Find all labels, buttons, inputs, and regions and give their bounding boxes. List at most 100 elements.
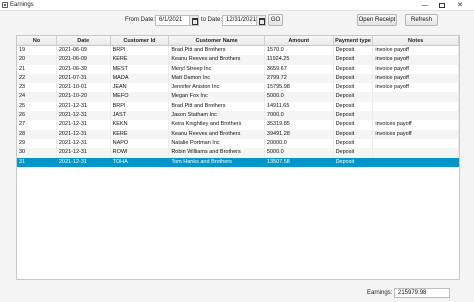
minimize-icon[interactable]: — xyxy=(418,0,432,11)
col-customer-id-cell: TOHA xyxy=(111,157,170,167)
col-customer-name-cell: Natalie Portman Inc xyxy=(169,138,265,149)
table-row[interactable]: 28 2021-12-31 KERE Keanu Reeves and Brother… xyxy=(17,129,459,139)
col-payment-type-header[interactable]: Payment type xyxy=(334,36,374,46)
col-customer-name-cell: Matt Damon Inc xyxy=(169,73,265,84)
col-payment-type-cell: Deposit xyxy=(334,64,374,74)
col-no-cell: 31 xyxy=(17,157,57,167)
col-amount-cell: 35319.85 xyxy=(265,120,334,130)
col-customer-id-cell: NAPO xyxy=(111,138,170,149)
col-notes-cell: invoices payoff xyxy=(373,129,459,139)
col-amount-cell: 7000.0 xyxy=(265,111,334,121)
col-notes-cell xyxy=(373,148,459,158)
table-row[interactable]: 30 2021-12-31 ROWI Robin Williams and Broth… xyxy=(17,148,459,158)
col-customer-name-header[interactable]: Customer Name xyxy=(169,36,265,46)
col-customer-name-cell: Keira Knightley and Brothers xyxy=(169,120,265,130)
table-row[interactable]: 29 2021-12-31 NAPO Natalie Portman Inc 20000… xyxy=(17,138,459,149)
to-date-input[interactable]: 12/31/2021 xyxy=(222,15,257,26)
col-amount-cell: 1570.0 xyxy=(265,46,334,56)
col-date-cell: 2021-07-31 xyxy=(57,73,111,84)
app-icon xyxy=(2,2,8,8)
title-bar: Earnings — ✕ xyxy=(0,0,474,11)
col-customer-id-cell: JAST xyxy=(111,111,170,121)
col-amount-cell: 14911.65 xyxy=(265,101,334,112)
table-header: No Date Customer Id Customer Name Amount Paym… xyxy=(17,36,459,46)
close-icon[interactable]: ✕ xyxy=(453,0,467,11)
col-amount-cell: 20000.0 xyxy=(265,138,334,149)
earnings-table[interactable]: No Date Customer Id Customer Name Amount Paym… xyxy=(16,35,460,280)
from-calendar-icon[interactable] xyxy=(189,15,199,26)
col-date-cell: 2021-06-30 xyxy=(57,64,111,74)
table-row[interactable]: 22 2021-07-31 MADA Matt Damon Inc 2799.72 Dep… xyxy=(17,73,459,84)
earnings-total-field[interactable]: 215979.98 xyxy=(394,288,450,298)
col-amount-header[interactable]: Amount xyxy=(265,36,334,46)
to-date-label: to Date: xyxy=(201,17,223,23)
col-amount-cell: 3659.67 xyxy=(265,64,334,74)
col-customer-id-cell: MEST xyxy=(111,64,170,74)
table-body[interactable]: 19 2021-06-09 BRPI Brad Pitt and Brothers 15… xyxy=(17,46,459,167)
col-notes-cell xyxy=(373,138,459,149)
col-payment-type-cell: Deposit xyxy=(334,55,374,65)
col-date-cell: 2021-12-31 xyxy=(57,138,111,149)
col-customer-name-cell: Tom Hanks and Brothers xyxy=(169,157,265,167)
col-no-cell: 29 xyxy=(17,138,57,149)
col-notes-cell: invoice payoff xyxy=(373,64,459,74)
col-payment-type-cell: Deposit xyxy=(334,138,374,149)
col-date-cell: 2021-12-31 xyxy=(57,111,111,121)
table-row[interactable]: 20 2021-06-09 KERE Keanu Reeves and Brother… xyxy=(17,55,459,65)
col-payment-type-cell: Deposit xyxy=(334,148,374,158)
col-no-cell: 23 xyxy=(17,83,57,93)
col-customer-id-cell: BRPI xyxy=(111,101,170,112)
col-no-header[interactable]: No xyxy=(17,36,57,46)
col-customer-id-cell: JEAN xyxy=(111,83,170,93)
col-date-cell: 2021-12-31 xyxy=(57,129,111,139)
col-payment-type-cell: Deposit xyxy=(334,120,374,130)
col-customer-id-cell: BRPI xyxy=(111,46,170,56)
table-row[interactable]: 25 2021-12-31 BRPI Brad Pitt and Brothers 14… xyxy=(17,101,459,112)
col-date-cell: 2021-10-01 xyxy=(57,83,111,93)
to-calendar-icon[interactable] xyxy=(256,15,266,26)
table-row[interactable]: 27 2021-12-31 KEKN Keira Knightley and Brot… xyxy=(17,120,459,130)
col-customer-name-cell: Jennifer Aniston Inc xyxy=(169,83,265,93)
table-row[interactable]: 24 2021-10-20 MEFO Megan Fox Inc 5000.0 Depos… xyxy=(17,92,459,102)
table-row[interactable]: 23 2021-10-01 JEAN Jennifer Aniston Inc 1579… xyxy=(17,83,459,93)
col-date-cell: 2021-12-31 xyxy=(57,157,111,167)
table-row[interactable]: 31 2021-12-31 TOHA Tom Hanks and Brothers 13… xyxy=(17,157,459,167)
refresh-button[interactable]: Refresh xyxy=(405,14,438,26)
table-row[interactable]: 26 2021-12-31 JAST Jason Statham Inc 7000.0 D… xyxy=(17,111,459,121)
col-date-cell: 2021-06-09 xyxy=(57,55,111,65)
col-customer-id-cell: KERE xyxy=(111,55,170,65)
col-customer-id-header[interactable]: Customer Id xyxy=(111,36,170,46)
col-customer-name-cell: Brad Pitt and Brothers xyxy=(169,46,265,56)
col-notes-header[interactable]: Notes xyxy=(373,36,459,46)
col-notes-cell xyxy=(373,157,459,167)
go-button[interactable]: GO xyxy=(268,14,283,26)
col-no-cell: 26 xyxy=(17,111,57,121)
table-row[interactable]: 19 2021-06-09 BRPI Brad Pitt and Brothers 15… xyxy=(17,46,459,56)
col-customer-id-cell: KERE xyxy=(111,129,170,139)
col-no-cell: 22 xyxy=(17,73,57,84)
col-date-header[interactable]: Date xyxy=(57,36,111,46)
col-payment-type-cell: Deposit xyxy=(334,46,374,56)
col-date-cell: 2021-06-09 xyxy=(57,46,111,56)
col-amount-cell: 2799.72 xyxy=(265,73,334,84)
col-payment-type-cell: Deposit xyxy=(334,92,374,102)
col-customer-name-cell: Keanu Reeves and Brothers xyxy=(169,129,265,139)
open-receipt-button[interactable]: Open Receipt xyxy=(357,14,397,26)
col-no-cell: 28 xyxy=(17,129,57,139)
col-amount-cell: 15795.98 xyxy=(265,83,334,93)
from-date-label: From Date: xyxy=(125,17,156,23)
col-customer-name-cell: Keanu Reeves and Brothers xyxy=(169,55,265,65)
col-notes-cell xyxy=(373,101,459,112)
table-row[interactable]: 21 2021-06-30 MEST Meryl Streep Inc 3659.67 D… xyxy=(17,64,459,74)
from-date-input[interactable]: 6/1/2021 xyxy=(155,15,190,26)
window-title: Earnings xyxy=(10,2,34,8)
col-payment-type-cell: Deposit xyxy=(334,111,374,121)
col-customer-id-cell: ROWI xyxy=(111,148,170,158)
maximize-icon[interactable] xyxy=(435,0,449,11)
col-amount-cell: 13507.58 xyxy=(265,157,334,167)
col-customer-id-cell: MEFO xyxy=(111,92,170,102)
col-payment-type-cell: Deposit xyxy=(334,157,374,167)
col-no-cell: 21 xyxy=(17,64,57,74)
col-notes-cell xyxy=(373,111,459,121)
col-notes-cell xyxy=(373,92,459,102)
